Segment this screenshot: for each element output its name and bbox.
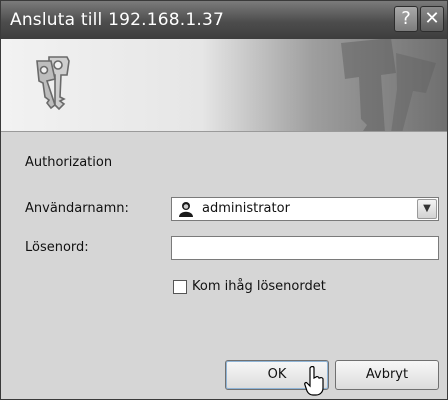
password-label: Lösenord:: [25, 240, 89, 255]
form-area: Authorization Användarnamn: administrato…: [1, 132, 447, 399]
chevron-down-icon[interactable]: ▼: [417, 199, 437, 219]
title-bar[interactable]: Ansluta till 192.168.1.37 ? ✕: [1, 1, 447, 39]
keys-icon: [36, 56, 70, 111]
close-button[interactable]: ✕: [420, 6, 444, 32]
user-icon: [179, 202, 193, 217]
cancel-button[interactable]: Avbryt: [335, 360, 439, 390]
username-value: administrator: [202, 201, 290, 216]
dialog-title: Ansluta till 192.168.1.37: [10, 10, 225, 30]
keys-watermark-icon: [341, 39, 436, 131]
username-label: Användarnamn:: [25, 201, 129, 216]
remember-password-label[interactable]: Kom ihåg lösenordet: [192, 279, 326, 294]
help-button[interactable]: ?: [394, 6, 418, 32]
realm-label: Authorization: [25, 155, 113, 170]
header-banner: [1, 39, 447, 132]
remember-password-checkbox[interactable]: [173, 280, 187, 294]
mouse-cursor-icon: [304, 366, 324, 396]
username-combobox[interactable]: administrator ▼: [171, 197, 439, 221]
password-field[interactable]: [171, 236, 439, 260]
login-dialog: Ansluta till 192.168.1.37 ? ✕ Authorizat…: [0, 0, 448, 400]
